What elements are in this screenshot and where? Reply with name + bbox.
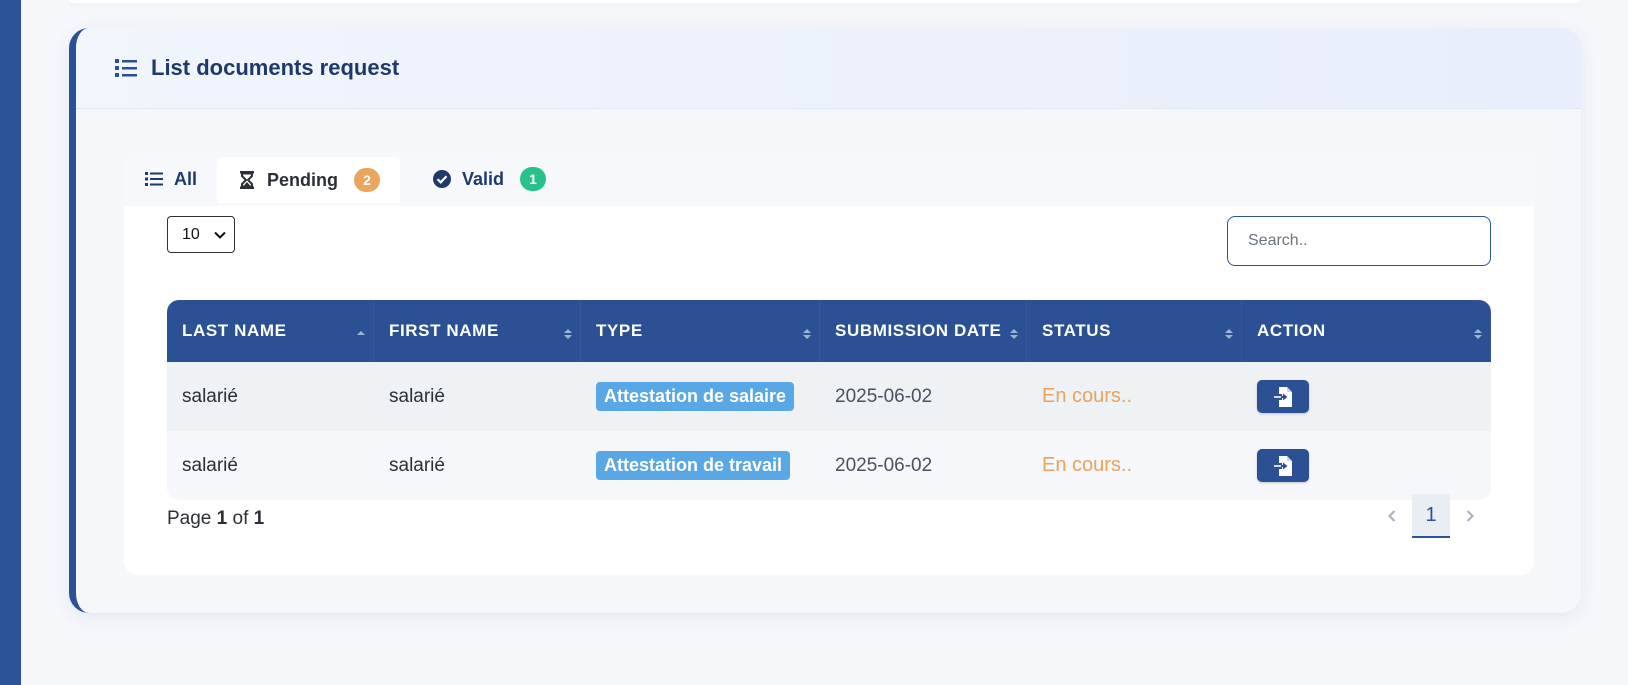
page-info: Page 1 of 1 [167, 508, 264, 530]
column-label: LAST NAME [182, 321, 287, 340]
column-first-name[interactable]: FIRST NAME [374, 300, 581, 362]
page-info-current: 1 [216, 508, 228, 529]
sort-icon [803, 329, 811, 339]
card-header: List documents request [76, 28, 1581, 109]
search-input[interactable]: Search.. [1227, 216, 1491, 266]
table-row: salarié salarié Attestation de travail 2… [167, 431, 1491, 500]
status-tabs: All Pending 2 Valid 1 [124, 152, 1534, 206]
table-controls: 10 Search.. [124, 206, 1534, 282]
chevron-right-icon[interactable] [1452, 496, 1488, 536]
open-document-button[interactable] [1257, 449, 1309, 482]
previous-card-edge [70, 0, 1580, 3]
cell-first-name: salarié [389, 454, 445, 476]
pending-count-badge: 2 [354, 168, 381, 192]
tab-pending-label: Pending [267, 169, 339, 190]
chevron-left-icon[interactable] [1374, 496, 1410, 536]
sidebar-rail [0, 0, 21, 685]
list-icon [144, 169, 164, 189]
column-label: ACTION [1257, 321, 1326, 340]
list-icon [113, 57, 139, 79]
documents-table: LAST NAME FIRST NAME TYPE SUBMISSION DAT… [167, 300, 1491, 500]
table-row: salarié salarié Attestation de salaire 2… [167, 362, 1491, 431]
page-info-prefix: Page [167, 508, 212, 529]
documents-panel: All Pending 2 Valid 1 10 Search.. LAST N… [124, 152, 1534, 575]
type-badge: Attestation de salaire [596, 382, 795, 411]
search-placeholder: Search.. [1248, 232, 1308, 249]
page-button[interactable]: 1 [1412, 494, 1450, 538]
sort-icon [1010, 329, 1018, 339]
column-label: STATUS [1042, 321, 1112, 340]
tab-pending[interactable]: Pending 2 [217, 157, 401, 203]
tab-all-label: All [174, 168, 198, 189]
column-type[interactable]: TYPE [581, 300, 820, 362]
open-document-button[interactable] [1257, 380, 1309, 413]
column-status[interactable]: STATUS [1027, 300, 1242, 362]
column-last-name[interactable]: LAST NAME [167, 300, 374, 362]
documents-request-card: List documents request All Pending 2 Val… [69, 28, 1581, 613]
sort-icon [1225, 329, 1233, 339]
check-circle-icon [432, 169, 452, 189]
cell-type: Attestation de salaire [581, 382, 820, 411]
cell-date: 2025-06-02 [835, 385, 933, 407]
card-title: List documents request [151, 55, 400, 80]
column-label: SUBMISSION DATE [835, 321, 1002, 340]
sort-icon [1474, 329, 1482, 339]
cell-action [1242, 449, 1491, 482]
pagination: 1 [1374, 494, 1488, 538]
column-action[interactable]: ACTION [1242, 300, 1491, 362]
cell-first-name: salarié [389, 385, 445, 407]
cell-last-name: salarié [182, 385, 238, 407]
valid-count-badge: 1 [520, 167, 547, 191]
sort-asc-icon [357, 331, 365, 335]
page-size-value: 10 [182, 225, 200, 243]
cell-type: Attestation de travail [581, 451, 820, 480]
cell-date: 2025-06-02 [835, 454, 933, 476]
table-header: LAST NAME FIRST NAME TYPE SUBMISSION DAT… [167, 300, 1491, 362]
sort-icon [564, 329, 572, 339]
column-submission-date[interactable]: SUBMISSION DATE [820, 300, 1027, 362]
type-badge: Attestation de travail [596, 451, 791, 480]
column-label: TYPE [596, 321, 643, 340]
chevron-down-icon [214, 226, 226, 244]
page-size-select[interactable]: 10 [167, 216, 235, 253]
hourglass-icon [237, 170, 257, 190]
tab-valid[interactable]: Valid 1 [412, 156, 566, 202]
tab-valid-label: Valid [462, 168, 505, 189]
cell-status: En cours.. [1042, 454, 1133, 476]
page-info-of: of [232, 508, 249, 529]
page-info-total: 1 [253, 508, 265, 529]
cell-status: En cours.. [1042, 385, 1133, 407]
cell-last-name: salarié [182, 454, 238, 476]
column-label: FIRST NAME [389, 321, 499, 340]
tab-all[interactable]: All [124, 156, 217, 202]
file-import-icon [1274, 386, 1292, 407]
file-import-icon [1274, 455, 1292, 476]
cell-action [1242, 380, 1491, 413]
